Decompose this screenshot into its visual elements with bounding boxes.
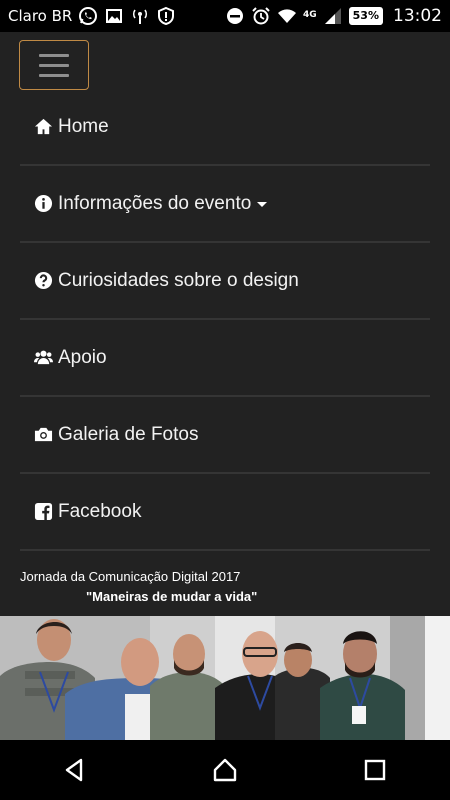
users-icon xyxy=(33,348,53,368)
shield-alert-icon xyxy=(156,6,176,26)
info-circle-icon xyxy=(33,194,53,214)
carrier-name: Claro BR xyxy=(8,7,73,25)
battery-indicator: 53% xyxy=(348,7,383,25)
nav-item-label: Home xyxy=(58,115,109,137)
home-outline-icon xyxy=(213,758,237,782)
network-type: 4G xyxy=(303,10,317,20)
nav-item-label: Curiosidades sobre o design xyxy=(58,269,299,291)
android-nav-bar xyxy=(0,740,450,800)
nav-item-design-curiosities[interactable]: Curiosidades sobre o design xyxy=(20,243,430,320)
wifi-icon xyxy=(277,6,297,26)
home-icon xyxy=(33,117,53,137)
whatsapp-icon xyxy=(78,6,98,26)
battery-level: 53% xyxy=(348,7,383,25)
group-photo xyxy=(0,616,450,740)
dropdown-caret-icon xyxy=(257,202,268,207)
alarm-icon xyxy=(251,6,271,26)
navbar: Home Informações do evento Curiosidades … xyxy=(0,32,450,616)
status-bar: Claro BR 4G 53% 13:02 xyxy=(0,0,450,32)
back-triangle-icon xyxy=(65,758,83,782)
nav-item-home[interactable]: Home xyxy=(20,89,430,166)
nav-item-label: Informações do evento xyxy=(58,192,252,214)
do-not-disturb-icon xyxy=(225,6,245,26)
recents-square-icon xyxy=(364,759,386,781)
nav-item-label: Galeria de Fotos xyxy=(58,423,199,445)
facebook-square-icon xyxy=(33,502,53,522)
nav-item-event-info[interactable]: Informações do evento xyxy=(20,166,430,243)
nav-item-photo-gallery[interactable]: Galeria de Fotos xyxy=(20,397,430,474)
signal-icon xyxy=(323,6,343,26)
nav-item-label: Apoio xyxy=(58,346,107,368)
clock: 13:02 xyxy=(393,6,442,26)
back-button[interactable] xyxy=(45,740,105,800)
event-tagline: "Maneiras de mudar a vida" xyxy=(86,589,258,604)
menu-toggle-button[interactable] xyxy=(19,40,89,90)
hotspot-icon xyxy=(130,6,150,26)
home-nav-button[interactable] xyxy=(195,740,255,800)
recents-button[interactable] xyxy=(345,740,405,800)
nav-item-label: Facebook xyxy=(58,500,142,522)
nav-item-facebook[interactable]: Facebook xyxy=(20,474,430,551)
event-name: Jornada da Comunicação Digital 2017 xyxy=(20,569,241,584)
image-icon xyxy=(104,6,124,26)
camera-icon xyxy=(33,425,53,445)
hamburger-icon xyxy=(39,53,69,57)
question-circle-icon xyxy=(33,271,53,291)
nav-menu: Home Informações do evento Curiosidades … xyxy=(20,89,430,551)
nav-item-support[interactable]: Apoio xyxy=(20,320,430,397)
